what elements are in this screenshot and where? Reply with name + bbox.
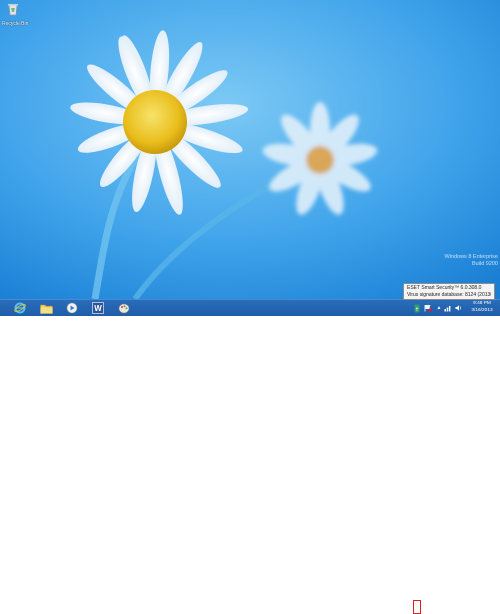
os-watermark: Windows 8 Enterprise Build 9200: [402, 254, 499, 267]
taskbar: W e ▲ 9:48 PM 3/16/2013: [0, 299, 500, 614]
tray-action-center[interactable]: [424, 302, 432, 314]
media-player-icon: [66, 302, 78, 314]
taskbar-word[interactable]: W: [88, 301, 108, 315]
taskbar-paint[interactable]: [114, 301, 134, 315]
paint-icon: [118, 303, 130, 314]
ie-icon: [14, 302, 26, 314]
taskbar-file-explorer[interactable]: [36, 301, 56, 315]
action-center-icon: [424, 305, 432, 312]
desktop: Recycle Bin Windows 8 Enterprise Build 9…: [0, 0, 500, 299]
tray-network[interactable]: [444, 302, 452, 314]
svg-text:W: W: [94, 304, 102, 313]
volume-icon: [455, 305, 461, 311]
clock-date: 3/16/2013: [471, 307, 493, 313]
eset-tooltip: ESET Smart Security™ 6.0.308.0 Virus sig…: [403, 283, 495, 300]
word-icon: W: [92, 302, 104, 314]
folder-icon: [39, 304, 53, 314]
tooltip-product-version: ESET Smart Security™ 6.0.308.0: [407, 285, 482, 291]
tray-volume[interactable]: [455, 302, 463, 314]
svg-text:e: e: [416, 306, 419, 312]
watermark-line-2: Build 9200: [472, 260, 498, 267]
tray-show-hidden[interactable]: ▲: [436, 302, 442, 314]
recycle-bin-icon: [8, 4, 18, 16]
tray-eset[interactable]: e: [414, 302, 420, 314]
tooltip-signature-db: Virus signature database: 8124 (20130316…: [407, 292, 491, 298]
taskbar-clock[interactable]: 9:48 PM 3/16/2013: [466, 301, 498, 314]
network-icon: [444, 306, 451, 312]
taskbar-media-player[interactable]: [62, 301, 82, 315]
eset-icon: e: [414, 304, 420, 312]
recycle-bin-label: Recycle Bin: [2, 21, 29, 27]
taskbar-internet-explorer[interactable]: [10, 301, 30, 315]
desktop-icon-recycle-bin[interactable]: Recycle Bin: [2, 3, 29, 27]
eset-highlight-box: [413, 600, 421, 614]
